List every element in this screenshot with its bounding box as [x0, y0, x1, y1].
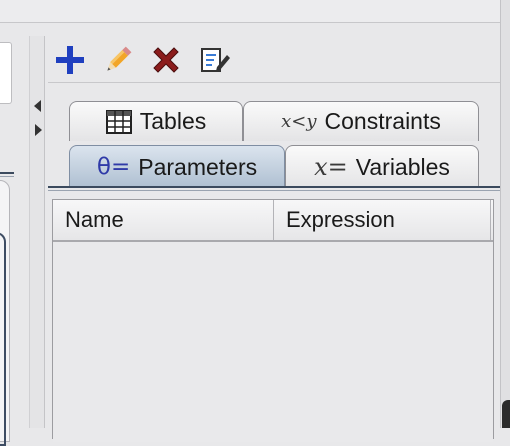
delete-button[interactable] — [148, 42, 184, 78]
right-window-corner — [502, 400, 510, 428]
left-panel-separator — [0, 172, 14, 174]
tab-constraints-label: Constraints — [324, 108, 441, 134]
column-header-expression[interactable]: Expression — [274, 200, 491, 240]
collapse-left-arrow-icon[interactable] — [34, 100, 41, 112]
tab-constraints[interactable]: x<y Constraints — [243, 101, 479, 141]
delete-x-icon — [153, 47, 179, 73]
tab-tables[interactable]: Tables — [69, 101, 243, 141]
edit-button[interactable] — [100, 42, 136, 78]
right-window-edge — [500, 0, 510, 428]
toolbar-separator — [48, 82, 500, 83]
theta-equals-icon: θ= — [96, 154, 131, 180]
constraint-symbol-icon: x<y — [281, 111, 317, 132]
tab-parameters[interactable]: θ= Parameters — [69, 145, 285, 188]
tab-content-border-light — [48, 190, 500, 191]
table-grid-icon — [105, 109, 132, 134]
left-panel-input-fragment — [0, 42, 12, 104]
tab-variables[interactable]: x= Variables — [285, 145, 479, 188]
tab-content-border — [48, 186, 500, 188]
expand-right-arrow-icon[interactable] — [35, 124, 42, 136]
left-panel-frame-border — [0, 232, 6, 446]
column-header-name[interactable]: Name — [53, 200, 274, 240]
tab-tables-label: Tables — [139, 108, 207, 134]
table-body[interactable] — [53, 242, 493, 442]
edit-document-icon — [201, 48, 230, 72]
add-button[interactable] — [52, 42, 88, 78]
x-equals-icon: x= — [314, 153, 348, 181]
left-panel-separator-light — [0, 176, 14, 177]
tab-parameters-label: Parameters — [138, 153, 258, 180]
parameters-table[interactable]: Name Expression — [52, 199, 494, 442]
edit-document-button[interactable] — [196, 42, 232, 78]
plus-icon — [56, 46, 84, 74]
pencil-icon — [107, 46, 132, 71]
left-panel-header — [0, 0, 500, 23]
split-pane-divider[interactable] — [29, 36, 45, 428]
table-header-row: Name Expression — [53, 200, 493, 242]
tab-variables-label: Variables — [355, 153, 450, 180]
